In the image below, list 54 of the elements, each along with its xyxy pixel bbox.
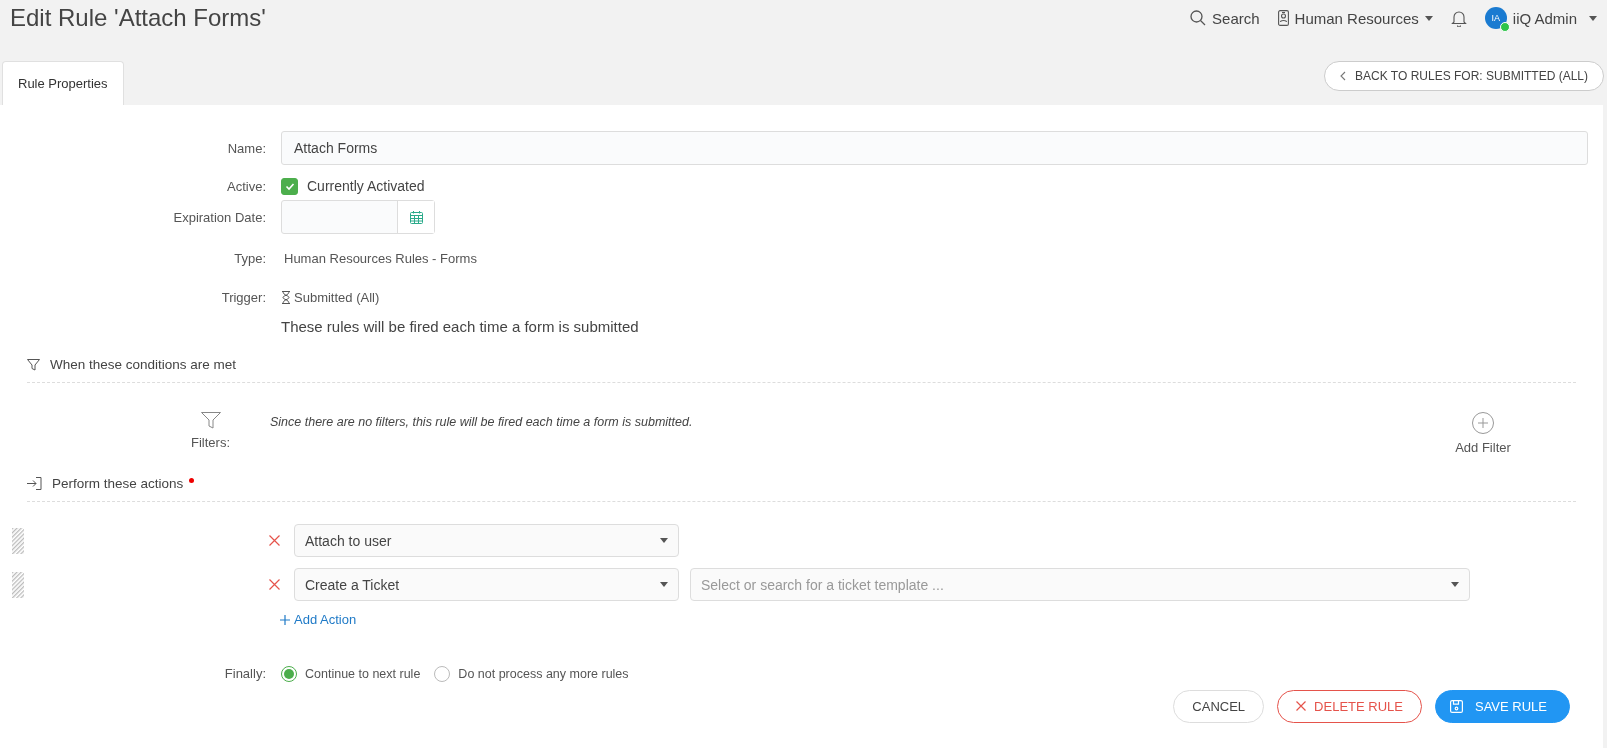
remove-icon[interactable] [269,535,280,546]
user-avatar: IA [1484,7,1507,29]
page-title: Edit Rule 'Attach Forms' [10,4,267,32]
empty-filters-message: Since there are no filters, this rule will be fired each time a form is submitted. [269,414,694,429]
filters-label: Filters: [191,435,230,450]
field-label: Finally: [223,666,266,681]
sign-in-icon [27,477,42,490]
hourglass-icon [281,291,291,304]
search-icon [1190,10,1207,26]
delete-rule-button[interactable]: DELETE RULE [1277,689,1422,723]
tab[interactable]: Rule Properties [2,61,124,105]
add-filter-icon[interactable] [1472,412,1494,434]
drag-handle-icon[interactable] [12,527,24,554]
filter-icon [27,358,40,371]
close-icon [1296,701,1307,711]
user-menu[interactable]: IA iiQ Admin [1484,7,1597,29]
bell-icon[interactable] [1450,9,1467,27]
trigger-description: These rules will be fired each time a form is submitted [280,318,640,335]
field-label: Trigger: [220,290,266,305]
trigger-value: Submitted (All) [294,290,380,305]
name-input[interactable]: Attach Forms [281,131,1588,165]
section-title: Perform these actions [52,476,184,491]
chevron-left-icon [1340,71,1347,81]
field-label: Name: [226,140,266,156]
action-select[interactable]: Create a Ticket [294,568,679,601]
action-select[interactable]: Attach to user [294,524,679,557]
section-title: When these conditions are met [50,357,237,372]
active-checkbox[interactable] [281,177,298,195]
add-filter-label[interactable]: Add Filter [1455,440,1511,455]
back-button[interactable]: BACK TO RULES FOR: SUBMITTED (ALL) [1324,61,1604,91]
add-action-link[interactable]: Add Action [280,612,357,627]
filter-icon [200,412,221,429]
field-label: Expiration Date: [172,209,266,225]
radio-option[interactable]: Continue to next rule [281,665,421,682]
field-label: Type: [233,251,266,266]
cancel-button[interactable]: CANCEL [1173,689,1265,723]
id-badge-icon [1277,10,1289,26]
caret-icon [1589,15,1597,21]
calendar-icon [409,210,423,224]
radio-option[interactable]: Do not process any more rules [434,665,629,682]
date-input[interactable] [281,200,435,234]
type-value: Human Resources Rules - Forms [283,251,478,266]
caret-icon [1451,582,1459,587]
field-label: Active: [226,178,266,194]
remove-icon[interactable] [269,579,280,590]
caret-icon [1424,15,1433,21]
caret-icon [660,538,668,543]
online-status-icon [1499,22,1510,32]
search-link[interactable]: Search [1190,9,1260,27]
caret-icon [660,582,668,587]
checkbox-label: Currently Activated [307,178,425,194]
plus-icon [280,614,290,625]
department-dropdown[interactable]: Human Resources [1277,9,1433,27]
drag-handle-icon[interactable] [12,571,24,598]
